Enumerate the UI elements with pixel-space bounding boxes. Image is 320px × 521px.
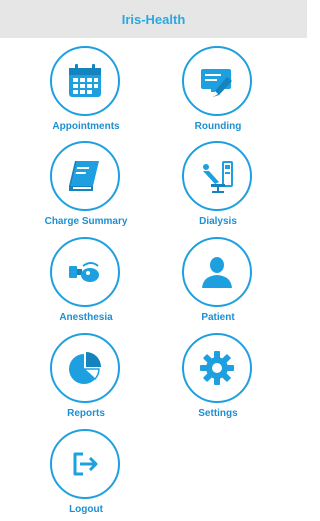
anesthesia-label: Anesthesia — [59, 312, 113, 323]
rounding-tile[interactable]: Rounding — [158, 46, 278, 138]
clipboard-pen-icon — [201, 69, 232, 97]
appointments-tile[interactable]: Appointments — [26, 46, 146, 138]
patient-tile[interactable]: Patient — [158, 237, 278, 329]
pie-chart-icon — [69, 352, 101, 384]
settings-label: Settings — [198, 408, 238, 419]
logout-tile[interactable]: Logout — [26, 429, 146, 521]
person-icon — [202, 257, 232, 288]
dialysis-tile[interactable]: Dialysis — [158, 141, 278, 233]
rounding-label: Rounding — [194, 121, 242, 132]
reports-tile[interactable]: Reports — [26, 333, 146, 425]
anesthesia-mask-icon — [69, 262, 99, 282]
charge-summary-button[interactable] — [50, 141, 120, 211]
dialysis-chair-icon — [203, 161, 233, 193]
charge-summary-label: Charge Summary — [44, 216, 128, 227]
reports-label: Reports — [67, 408, 105, 419]
settings-button[interactable] — [182, 333, 252, 403]
settings-tile[interactable]: Settings — [158, 333, 278, 425]
app-title: Iris-Health — [121, 11, 186, 27]
charge-summary-tile[interactable]: Charge Summary — [26, 141, 146, 233]
logout-icon — [73, 452, 98, 476]
dialysis-label: Dialysis — [199, 216, 237, 227]
gear-icon — [200, 351, 234, 385]
dialysis-button[interactable] — [182, 141, 252, 211]
appointments-label: Appointments — [52, 121, 120, 132]
logout-button[interactable] — [50, 429, 120, 499]
book-icon — [69, 161, 99, 191]
calendar-icon — [69, 64, 101, 97]
rounding-button[interactable] — [182, 46, 252, 116]
reports-button[interactable] — [50, 333, 120, 403]
appointments-button[interactable] — [50, 46, 120, 116]
app-header: Iris-Health — [0, 0, 307, 38]
logout-label: Logout — [69, 504, 103, 515]
patient-label: Patient — [201, 312, 235, 323]
anesthesia-tile[interactable]: Anesthesia — [26, 237, 146, 329]
anesthesia-button[interactable] — [50, 237, 120, 307]
patient-button[interactable] — [182, 237, 252, 307]
